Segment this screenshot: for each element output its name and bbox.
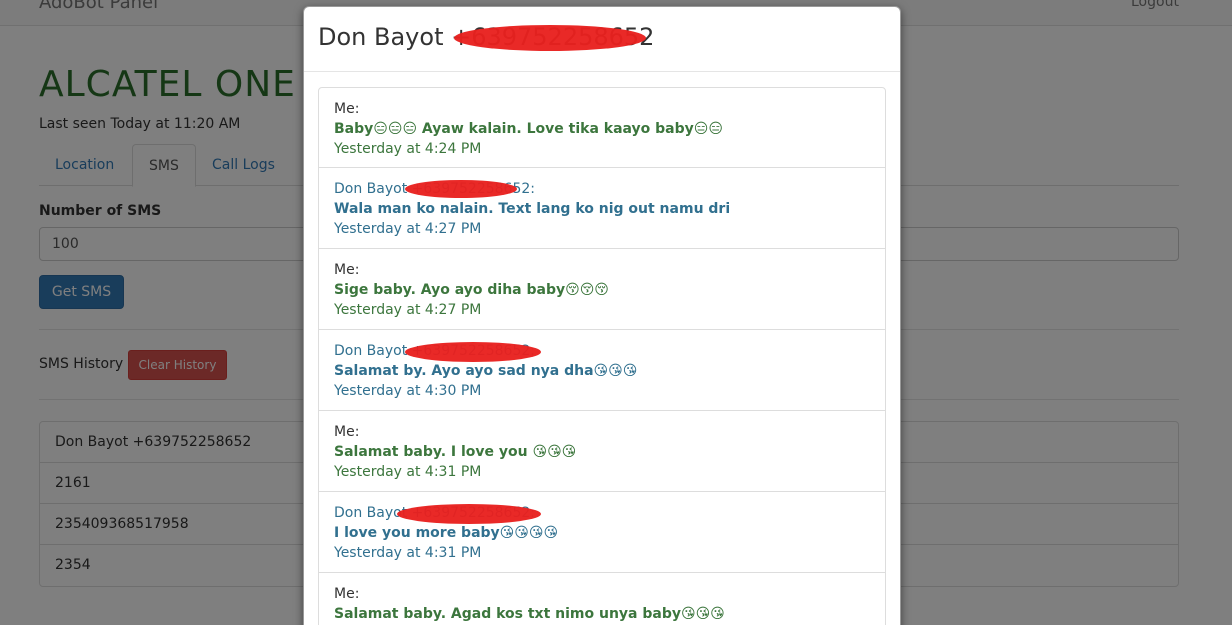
- message-time: Yesterday at 4:27 PM: [334, 302, 482, 318]
- message-time: Yesterday at 4:31 PM: [334, 464, 482, 480]
- message-sender: Me:: [334, 586, 360, 602]
- message-item: Don Bayot +639752258652: Salamat by. Ayo…: [318, 330, 886, 411]
- message-body: Wala man ko nalain. Text lang ko nig out…: [334, 201, 731, 217]
- message-body: Salamat by. Ayo ayo sad nya dha😘😘😘: [334, 363, 638, 379]
- message-time: Yesterday at 4:27 PM: [334, 221, 482, 237]
- message-item: Me: Sige baby. Ayo ayo diha baby😚😚😚 Yest…: [318, 249, 886, 330]
- message-item: Don Bayot +639752258652: I love you more…: [318, 492, 886, 573]
- message-body: Sige baby. Ayo ayo diha baby😚😚😚: [334, 282, 609, 298]
- message-time: Yesterday at 4:30 PM: [334, 383, 482, 399]
- message-time: Yesterday at 4:31 PM: [334, 545, 482, 561]
- redaction-mark: [405, 342, 541, 362]
- message-sender: Me:: [334, 262, 360, 278]
- message-time: Yesterday at 4:24 PM: [334, 141, 482, 157]
- message-body: Salamat baby. Agad kos txt nimo unya bab…: [334, 606, 725, 622]
- message-item: Don Bayot +639752258652: Wala man ko nal…: [318, 168, 886, 249]
- modal-header: Don Bayot +639752258652: [304, 7, 900, 72]
- message-body: Salamat baby. I love you 😘😘😘: [334, 444, 577, 460]
- redaction-mark: [454, 25, 646, 51]
- message-list: Me: Baby😑😑😑 Ayaw kalain. Love tika kaayo…: [318, 87, 886, 625]
- message-item: Me: Salamat baby. Agad kos txt nimo unya…: [318, 573, 886, 625]
- conversation-modal: Don Bayot +639752258652 Me: Baby😑😑😑 Ayaw…: [303, 6, 901, 625]
- message-item: Me: Salamat baby. I love you 😘😘😘 Yesterd…: [318, 411, 886, 492]
- message-sender: Me:: [334, 424, 360, 440]
- message-item: Me: Baby😑😑😑 Ayaw kalain. Love tika kaayo…: [318, 87, 886, 168]
- message-body: I love you more baby😘😘😘😘: [334, 525, 559, 541]
- message-body: Baby😑😑😑 Ayaw kalain. Love tika kaayo bab…: [334, 121, 723, 137]
- redaction-mark: [397, 504, 541, 524]
- redaction-mark: [405, 180, 517, 198]
- message-sender: Me:: [334, 101, 360, 117]
